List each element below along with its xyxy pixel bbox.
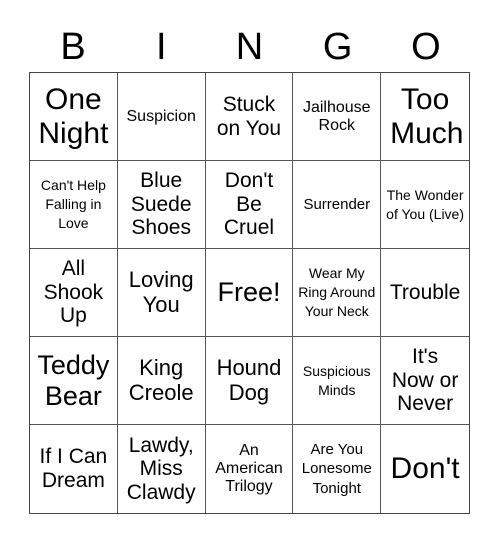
- cell-label: Wear My Ring Around Your Neck: [298, 265, 376, 319]
- bingo-cell[interactable]: King Creole: [117, 337, 206, 425]
- header-letter-g: G: [322, 26, 353, 68]
- free-space-label: Free!: [217, 277, 281, 308]
- bingo-cell[interactable]: Jailhouse Rock: [293, 73, 382, 161]
- bingo-cell[interactable]: Surrender: [293, 161, 382, 249]
- cell-label: Are You Lonesome Tonight: [301, 440, 372, 497]
- bingo-cell[interactable]: Teddy Bear: [30, 337, 118, 425]
- cell-label: King Creole: [128, 354, 194, 405]
- cell-label: Suspicion: [126, 107, 196, 125]
- cell-label: Teddy Bear: [37, 350, 110, 411]
- cell-label: Don't: [390, 452, 460, 486]
- bingo-cell[interactable]: Loving You: [117, 249, 206, 337]
- bingo-cell[interactable]: Are You Lonesome Tonight: [293, 425, 382, 513]
- bingo-card-grid: One Night Suspicion Stuck on You Jailhou…: [29, 72, 470, 514]
- cell-label: Stuck on You: [216, 92, 282, 140]
- header-letter-n: N: [235, 26, 264, 68]
- cell-label: Jailhouse Rock: [302, 98, 371, 134]
- bingo-cell[interactable]: Can't Help Falling in Love: [30, 161, 118, 249]
- bingo-cell[interactable]: Too Much: [381, 73, 469, 161]
- bingo-cell[interactable]: All Shook Up: [30, 249, 118, 337]
- cell-label: Can't Help Falling in Love: [40, 177, 106, 231]
- bingo-cell[interactable]: Blue Suede Shoes: [117, 161, 206, 249]
- bingo-cell[interactable]: Hound Dog: [205, 337, 294, 425]
- cell-label: Too Much: [390, 82, 464, 150]
- header-letter-o: O: [411, 26, 441, 68]
- bingo-cell[interactable]: An American Trilogy: [206, 425, 294, 513]
- bingo-cell[interactable]: Wear My Ring Around Your Neck: [293, 249, 382, 337]
- bingo-cell[interactable]: One Night: [30, 73, 118, 161]
- bingo-cell[interactable]: If I Can Dream: [30, 425, 118, 513]
- cell-label: If I Can Dream: [39, 445, 108, 492]
- bingo-cell[interactable]: Trouble: [381, 249, 469, 337]
- cell-label: Lawdy, Miss Clawdy: [126, 433, 196, 504]
- bingo-cell[interactable]: Suspicious Minds: [293, 337, 382, 425]
- bingo-cell[interactable]: Don't Be Cruel: [205, 161, 294, 249]
- cell-label: One Night: [38, 82, 109, 150]
- bingo-cell[interactable]: Don't: [381, 425, 469, 513]
- cell-label: Surrender: [303, 195, 371, 213]
- cell-label: Hound Dog: [216, 354, 282, 405]
- cell-label: An American Trilogy: [215, 442, 283, 495]
- header-letter-i: I: [156, 26, 167, 68]
- bingo-cell[interactable]: The Wonder of You (Live): [381, 161, 469, 249]
- cell-label: All Shook Up: [43, 257, 104, 328]
- cell-label: Blue Suede Shoes: [130, 169, 192, 240]
- bingo-cell[interactable]: Stuck on You: [205, 73, 294, 161]
- cell-label: Don't Be Cruel: [223, 169, 275, 240]
- cell-label: It's Now or Never: [391, 345, 459, 416]
- bingo-header: B I N G O: [29, 22, 470, 72]
- bingo-cell[interactable]: Suspicion: [117, 73, 206, 161]
- cell-label: The Wonder of You (Live): [386, 186, 465, 222]
- cell-label: Loving You: [128, 266, 194, 317]
- cell-label: Suspicious Minds: [302, 362, 371, 398]
- free-space[interactable]: Free!: [205, 249, 294, 337]
- cell-label: Trouble: [389, 280, 461, 304]
- bingo-cell[interactable]: It's Now or Never: [381, 337, 469, 425]
- header-letter-b: B: [60, 26, 86, 68]
- bingo-cell[interactable]: Lawdy, Miss Clawdy: [118, 425, 206, 513]
